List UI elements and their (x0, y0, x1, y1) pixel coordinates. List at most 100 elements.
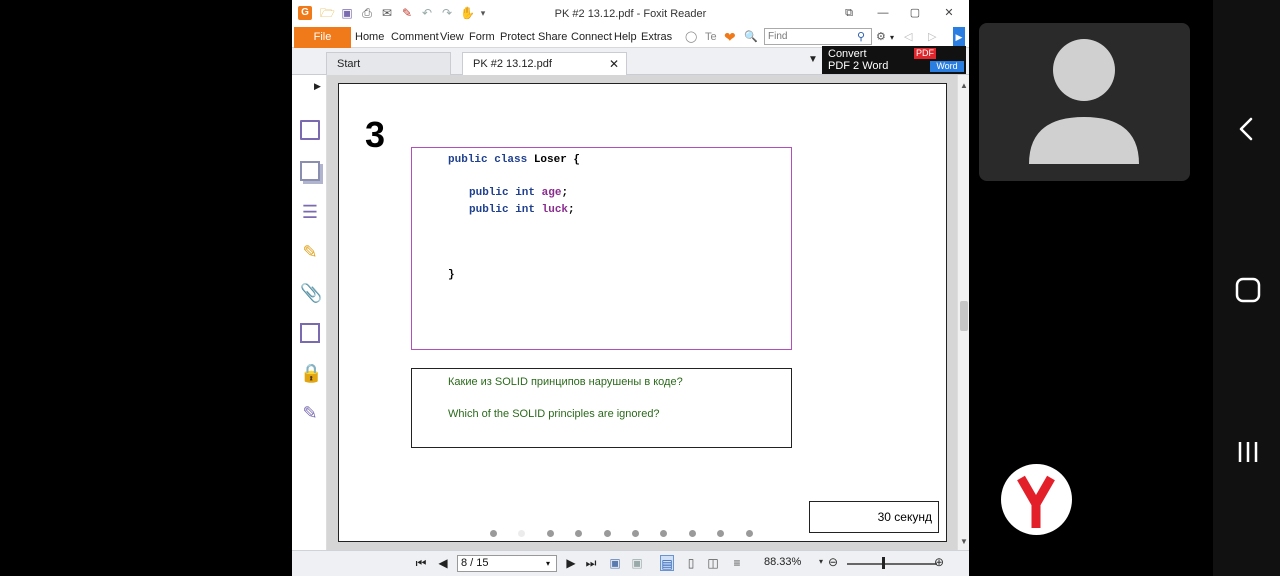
lightbulb-icon[interactable]: ◯ (685, 27, 697, 48)
expand-panel-icon[interactable]: ▶ (314, 81, 321, 92)
scroll-down-icon[interactable]: ▼ (960, 537, 968, 546)
code-keyword: public int (469, 204, 536, 216)
undo-icon[interactable]: ↶ (420, 6, 434, 20)
vertical-scrollbar[interactable]: ▲ ▼ (957, 75, 969, 550)
signature-panel-icon[interactable] (300, 323, 320, 343)
tab-list-dropdown-icon[interactable]: ▼ (808, 54, 818, 65)
open-folder-icon[interactable]: 🗁 (320, 6, 335, 20)
menu-extras[interactable]: Extras (641, 27, 672, 48)
slide-dot (632, 530, 639, 537)
menu-view[interactable]: View (440, 27, 464, 48)
document-viewport[interactable]: 3 public class Loser { public int age; p… (327, 75, 957, 550)
previous-icon[interactable]: ◁ (904, 27, 912, 48)
foxit-logo-icon[interactable]: G (298, 6, 312, 20)
next-page-icon[interactable]: ▶ (564, 555, 578, 571)
menu-comment[interactable]: Comment (391, 27, 439, 48)
left-navigation-panel: ▶ ☰ ✎ 📎 🔒 ✎ (292, 75, 327, 550)
customize-arrow-icon[interactable]: ▾ (476, 6, 490, 20)
page-dropdown-icon[interactable]: ▾ (546, 556, 550, 571)
participant-video-tile[interactable] (979, 23, 1190, 181)
code-semicolon: ; (561, 187, 569, 199)
code-semicolon: ; (568, 204, 575, 216)
slide-number: 3 (365, 114, 386, 155)
single-page-view-icon[interactable]: ▤ (660, 555, 674, 571)
question-box: Какие из SOLID принципов нарушены в коде… (411, 368, 792, 448)
ribbon-scroll-right-icon[interactable]: ▶ (953, 27, 965, 48)
avatar-placeholder-icon (1029, 39, 1139, 164)
zoom-out-icon[interactable]: ⊖ (828, 555, 838, 569)
continuous-view-icon[interactable]: ▯ (684, 555, 698, 571)
search-folder-icon[interactable]: 🔍 (744, 27, 758, 48)
attachment-icon[interactable]: 📎 (300, 283, 322, 303)
pages-thumbnail-icon[interactable] (300, 161, 320, 181)
search-icon[interactable]: ⚲ (857, 27, 865, 48)
status-bar: ⏮ ◀ 8 / 15 ▾ ▶ ⏭ ▣ ▣ ▤ ▯ ◫ ≡ 88.33% ▾ ⊖ … (292, 550, 969, 576)
maximize-icon[interactable]: ▢ (906, 5, 924, 21)
restore-icon[interactable]: ⧉ (840, 5, 858, 21)
menu-share[interactable]: Share (538, 27, 567, 48)
email-icon[interactable]: ✉ (380, 6, 394, 20)
bookmark-page-icon[interactable] (300, 120, 320, 140)
print-icon[interactable]: ⎙ (360, 6, 374, 20)
close-icon[interactable]: ✕ (940, 5, 958, 21)
redo-icon[interactable]: ↷ (440, 6, 454, 20)
android-navigation-bar (1213, 0, 1280, 576)
previous-page-icon[interactable]: ◀ (436, 555, 450, 571)
gear-icon[interactable]: ⚙ (876, 27, 886, 48)
scroll-up-icon[interactable]: ▲ (960, 81, 968, 90)
back-icon[interactable] (1235, 116, 1259, 142)
previous-view-icon[interactable]: ▣ (608, 555, 622, 571)
menu-connect[interactable]: Connect (571, 27, 612, 48)
ribbon-menu: File Home Comment View Form Protect Shar… (292, 27, 969, 48)
code-line-class: public class Loser { (448, 154, 580, 166)
facing-view-icon[interactable]: ◫ (706, 555, 720, 571)
zoom-dropdown-icon[interactable]: ▾ (819, 557, 823, 566)
continuous-facing-view-icon[interactable]: ≡ (730, 555, 744, 571)
convert-pdf-to-word-banner[interactable]: Convert PDF 2 Word PDF Word (822, 46, 966, 74)
home-icon[interactable] (1235, 277, 1261, 303)
page-number-input[interactable]: 8 / 15 ▾ (457, 555, 557, 572)
menu-form[interactable]: Form (469, 27, 495, 48)
next-view-icon[interactable]: ▣ (630, 555, 644, 571)
minimize-icon[interactable]: — (874, 5, 892, 21)
comments-icon[interactable]: ✎ (300, 242, 320, 262)
lock-icon[interactable]: 🔒 (300, 363, 322, 383)
tab-pdf-document[interactable]: PK #2 13.12.pdf ✕ (462, 52, 627, 75)
menu-help[interactable]: Help (614, 27, 637, 48)
zoom-slider-thumb[interactable] (882, 557, 885, 569)
convert-label: Convert (828, 48, 867, 60)
find-input[interactable]: Find (764, 28, 872, 45)
scrollbar-thumb[interactable] (960, 301, 968, 331)
pdf-badge: PDF (914, 48, 936, 59)
code-identifier: age (541, 187, 562, 199)
heart-icon[interactable]: ❤ (724, 27, 736, 48)
foxit-reader-window: PK #2 13.12.pdf - Foxit Reader G 🗁 ▣ ⎙ ✉… (292, 0, 969, 576)
menu-home[interactable]: Home (355, 27, 384, 48)
slide-dot (490, 530, 497, 537)
save-icon[interactable]: ▣ (340, 6, 354, 20)
tell-me-field[interactable]: Te (705, 27, 717, 48)
recent-apps-icon[interactable] (1235, 439, 1261, 465)
close-tab-icon[interactable]: ✕ (609, 53, 619, 76)
code-line-close: } (448, 269, 455, 281)
pdf-page: 3 public class Loser { public int age; p… (338, 83, 947, 542)
tab-pdf-label: PK #2 13.12.pdf (473, 58, 552, 70)
zoom-in-icon[interactable]: ⊕ (934, 555, 944, 569)
new-doc-icon[interactable]: ✎ (400, 6, 414, 20)
next-icon[interactable]: ▷ (928, 27, 936, 48)
code-keyword: public int (469, 187, 536, 199)
first-page-icon[interactable]: ⏮ (414, 555, 428, 571)
layers-icon[interactable]: ☰ (300, 202, 320, 222)
certificate-icon[interactable]: ✎ (300, 403, 320, 423)
file-button[interactable]: File (294, 27, 351, 48)
tab-start[interactable]: Start (326, 52, 451, 75)
code-keyword: public class (448, 154, 528, 166)
zoom-slider[interactable] (847, 563, 937, 565)
yandex-button[interactable] (1001, 464, 1072, 535)
menu-protect[interactable]: Protect (500, 27, 535, 48)
last-page-icon[interactable]: ⏭ (584, 555, 598, 571)
slide-dot (745, 530, 753, 537)
gear-dropdown-icon[interactable]: ▾ (890, 27, 894, 48)
hand-tool-icon[interactable]: ✋ (460, 6, 475, 20)
code-line-luck: public int luck; (469, 204, 575, 216)
